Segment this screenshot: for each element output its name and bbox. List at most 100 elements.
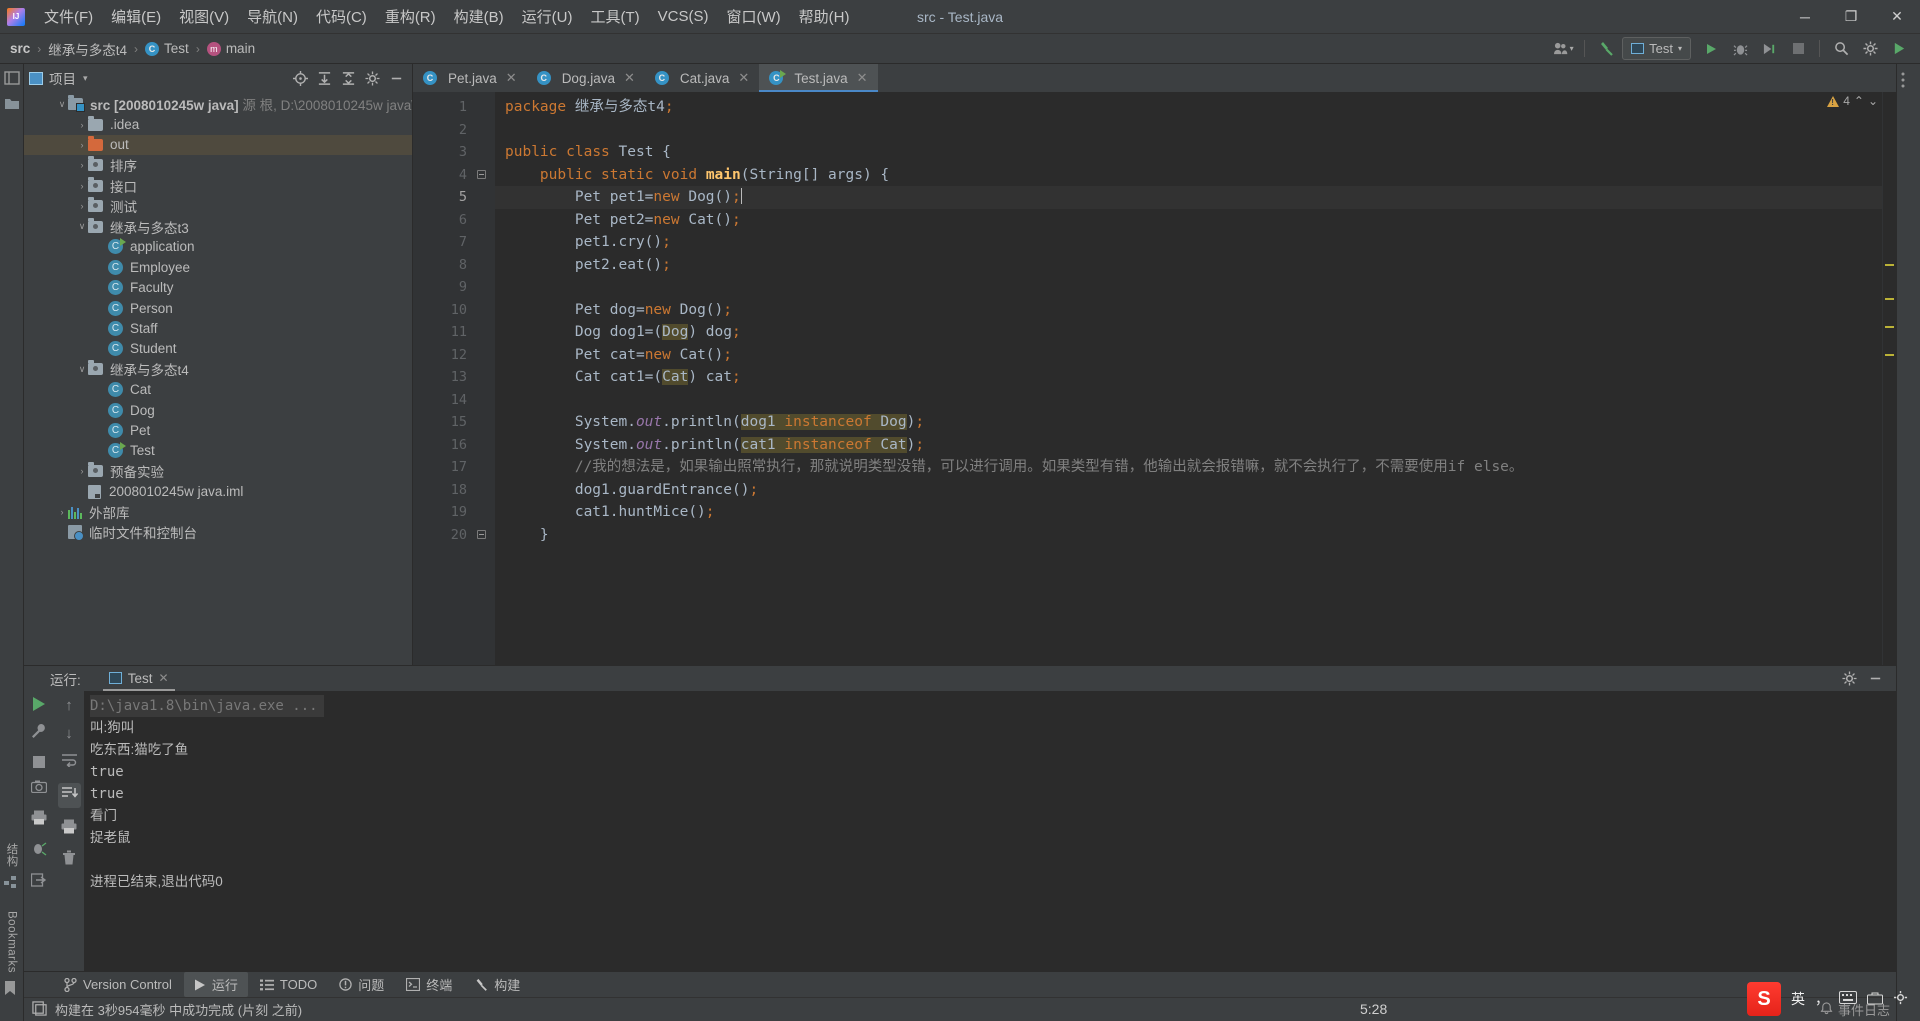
project-tool-icon[interactable] [3,70,20,86]
menu-file[interactable]: 文件(F) [35,2,102,31]
code-line[interactable]: public static void main(String[] args) { [495,164,1882,187]
fold-region[interactable] [473,231,495,254]
chevron-right-icon[interactable]: › [76,140,88,150]
console-output[interactable]: D:\java1.8\bin\java.exe ... 叫:狗叫 吃东西:猫吃了鱼 t… [84,691,1896,971]
minimize-button[interactable]: ─ [1782,0,1828,34]
menu-edit[interactable]: 编辑(E) [102,2,170,31]
fold-region[interactable] [473,209,495,232]
fold-region[interactable] [473,344,495,367]
editor-fold-gutter[interactable] [473,92,495,665]
fold-marker-icon[interactable] [477,529,486,539]
menu-help[interactable]: 帮助(H) [790,2,859,31]
line-number[interactable]: 14 [413,389,473,412]
line-number[interactable]: 13 [413,366,473,389]
tree-row-接口[interactable]: › 接口 [24,176,412,196]
fold-region[interactable] [473,366,495,389]
collapse-all-icon[interactable] [337,67,359,89]
line-number[interactable]: 9 [413,276,473,299]
hide-icon[interactable] [1864,668,1886,690]
line-number[interactable]: 18 [413,479,473,502]
chevron-right-icon[interactable]: › [76,160,88,170]
menu-vcs[interactable]: VCS(S) [649,4,718,29]
ime-settings-icon[interactable] [1893,990,1908,1008]
code-line[interactable]: pet2.eat(); [495,254,1882,277]
rerun-icon[interactable] [33,697,45,711]
tree-row-继承与多态t3[interactable]: ∨ 继承与多态t3 [24,216,412,236]
editor-tab-cat-java[interactable]: C Cat.java ✕ [645,64,759,92]
build-button[interactable] [1593,37,1619,61]
close-icon[interactable]: ✕ [159,671,169,685]
inspection-widget[interactable]: 4 ⌃ ⌄ [1827,94,1878,108]
menu-view[interactable]: 视图(V) [170,2,238,31]
breadcrumb-src[interactable]: src [10,41,30,56]
menu-build[interactable]: 构建(B) [445,2,513,31]
code-line[interactable]: Pet cat=new Cat(); [495,344,1882,367]
tool-build[interactable]: 构建 [464,972,530,997]
fold-region[interactable] [473,141,495,164]
fold-region[interactable] [473,411,495,434]
editor-tabs[interactable]: C Pet.java ✕ C Dog.java ✕ C Cat.java ✕ C Test.java… [413,64,1896,92]
fold-region[interactable] [473,524,495,547]
code-line[interactable]: Pet dog=new Dog(); [495,299,1882,322]
code-line[interactable]: pet1.cry(); [495,231,1882,254]
export-icon[interactable] [30,873,47,892]
line-number[interactable]: 10 [413,299,473,322]
line-number[interactable]: 8 [413,254,473,277]
line-number[interactable]: 12 [413,344,473,367]
fold-region[interactable] [473,299,495,322]
code-line[interactable]: Cat cat1=(Cat) cat; [495,366,1882,389]
chevron-down-icon[interactable]: ∨ [76,221,88,232]
marker-stripe[interactable] [1885,354,1894,356]
close-icon[interactable]: ✕ [624,70,635,86]
editor-marker-bar[interactable] [1882,92,1896,665]
chevron-down-icon[interactable]: ▾ [83,73,88,84]
chevron-right-icon[interactable]: › [76,181,88,191]
tree-row-临时文件和控制台[interactable]: 临时文件和控制台 [24,522,412,542]
project-tree[interactable]: ∨ src [2008010245w java] 源 根, D:\20080102… [24,92,412,665]
code-line[interactable]: Pet pet2=new Cat(); [495,209,1882,232]
print-icon[interactable] [31,810,47,830]
tree-row-student[interactable]: C Student [24,339,412,359]
run-configuration-selector[interactable]: Test ▾ [1622,37,1691,60]
chevron-right-icon[interactable]: › [76,120,88,130]
tool-run[interactable]: 运行 [183,972,248,997]
code-line[interactable]: cat1.huntMice(); [495,501,1882,524]
ime-language-indicator[interactable]: 英 [1791,989,1805,1009]
marker-stripe[interactable] [1885,326,1894,328]
tree-row-外部库[interactable]: › 外部库 [24,502,412,522]
code-line[interactable] [495,389,1882,412]
updates-icon[interactable] [1886,37,1912,61]
chevron-right-icon[interactable]: › [76,201,88,211]
tool-todo[interactable]: TODO [250,974,327,995]
chevron-right-icon[interactable]: › [56,507,68,517]
commit-tool-icon[interactable] [4,96,20,112]
tool-problems[interactable]: 问题 [329,972,394,997]
menu-navigate[interactable]: 导航(N) [238,2,307,31]
tree-row-application[interactable]: Capplication [24,237,412,257]
toolbox-icon[interactable] [1867,991,1883,1008]
line-number[interactable]: 2 [413,119,473,142]
editor-tab-test-java[interactable]: C Test.java ✕ [759,64,878,92]
wrench-icon[interactable] [31,723,47,744]
code-line[interactable]: Dog dog1=(Dog) dog; [495,321,1882,344]
chevron-down-icon[interactable]: ∨ [56,99,68,110]
tree-row-测试[interactable]: › 测试 [24,196,412,216]
next-problem-icon[interactable]: ⌄ [1868,94,1878,108]
fold-region[interactable] [473,501,495,524]
line-number[interactable]: 17 [413,456,473,479]
tree-row-faculty[interactable]: C Faculty [24,278,412,298]
line-number[interactable]: 16 [413,434,473,457]
tree-row-staff[interactable]: C Staff [24,318,412,338]
tree-row-.idea[interactable]: › .idea [24,114,412,134]
run-with-coverage-button[interactable] [1756,37,1782,61]
thread-dump-icon[interactable] [31,842,47,861]
close-icon[interactable]: ✕ [738,70,749,86]
fold-region[interactable] [473,321,495,344]
code-line[interactable]: } [495,524,1882,547]
chevron-down-icon[interactable]: ∨ [76,364,88,375]
soft-wrap-icon[interactable] [61,753,78,772]
code-line[interactable]: System.out.println(dog1 instanceof Dog); [495,411,1882,434]
line-number[interactable]: 19 [413,501,473,524]
keyboard-icon[interactable] [1839,991,1857,1007]
close-icon[interactable]: ✕ [506,70,517,86]
